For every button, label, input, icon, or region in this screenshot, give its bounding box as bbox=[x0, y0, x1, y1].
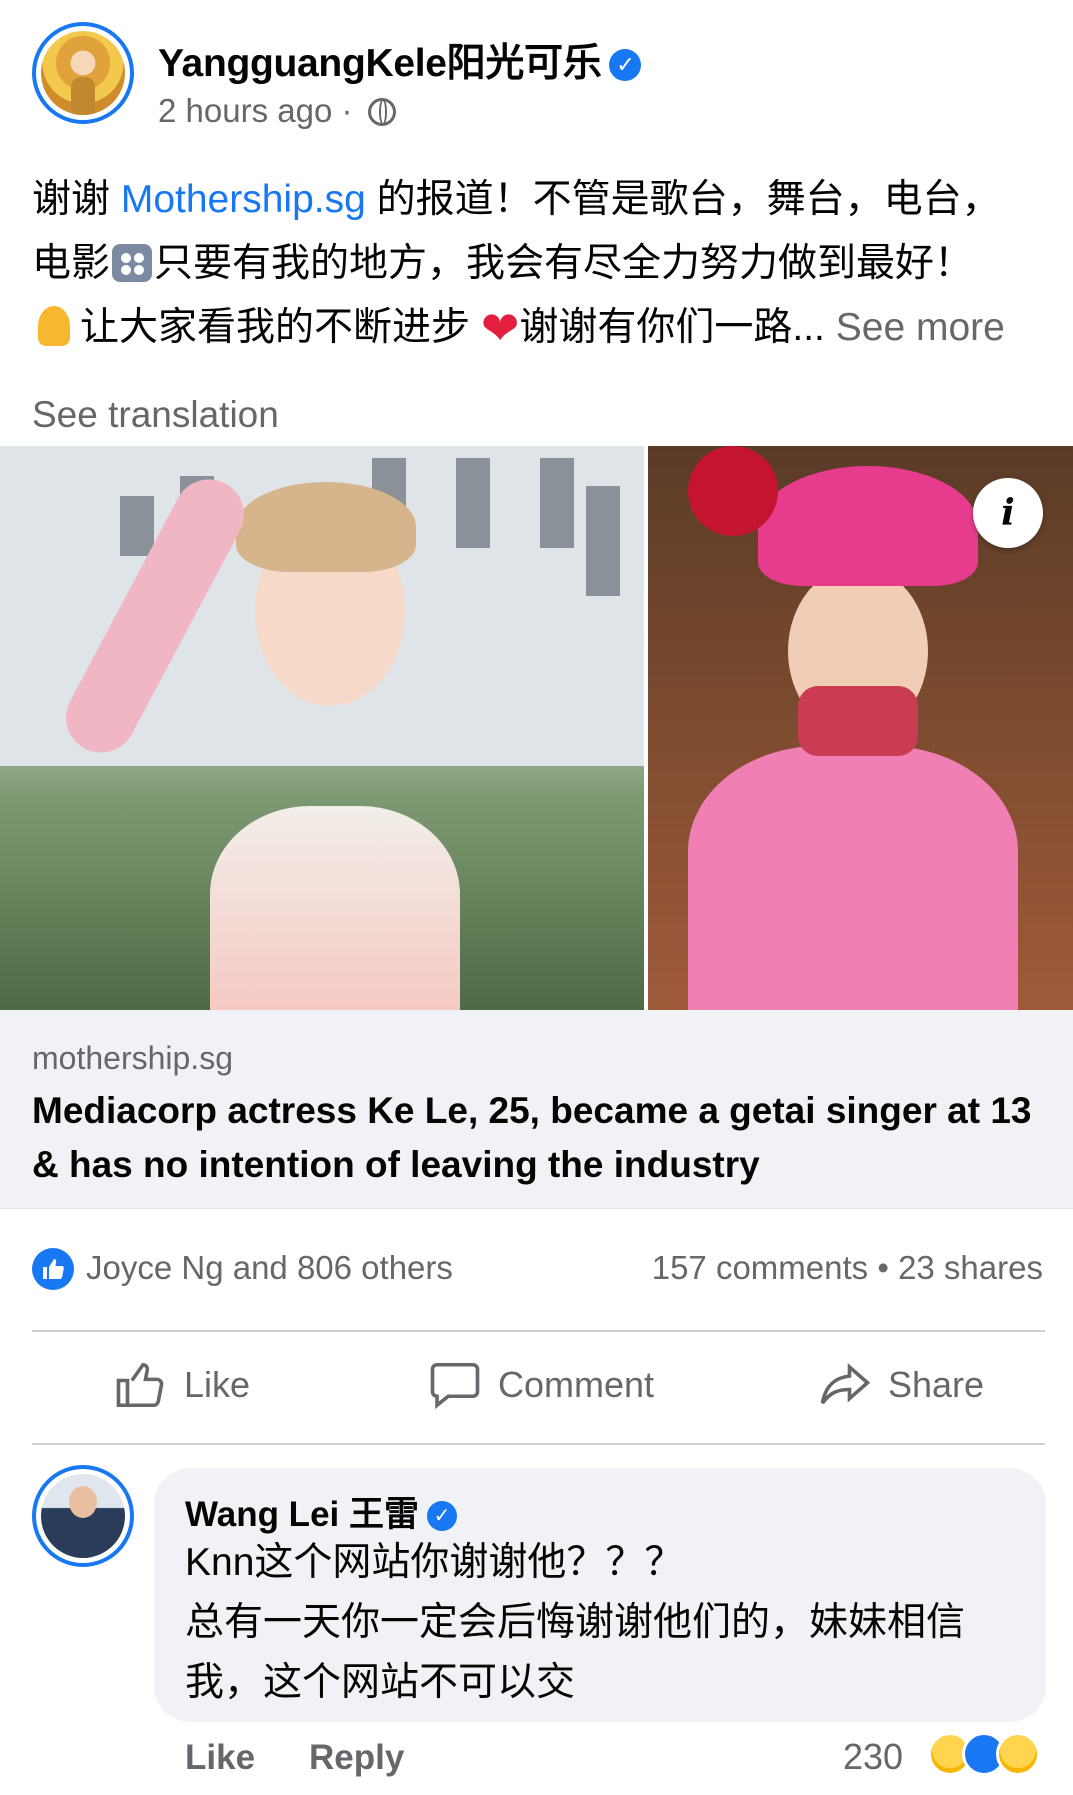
post-text-segment: 谢谢有你们一路... bbox=[519, 306, 825, 349]
post-text-segment: 的报道！不管是歌台，舞台，电台， bbox=[365, 178, 1001, 221]
author-avatar[interactable] bbox=[32, 22, 134, 124]
window bbox=[456, 458, 490, 548]
mothership-link[interactable]: Mothership.sg bbox=[121, 178, 366, 221]
divider bbox=[32, 1330, 1045, 1332]
comment-reply-button[interactable]: Reply bbox=[309, 1738, 404, 1778]
comment-line: 我，这个网站不可以交 bbox=[185, 1661, 576, 1704]
see-translation-link[interactable]: See translation bbox=[32, 394, 279, 436]
comment-reaction-count[interactable]: 230 bbox=[843, 1736, 903, 1778]
comment-line: 总有一天你一定会后悔谢谢他们的，妹妹相信 bbox=[185, 1601, 966, 1644]
post-text-segment: 让大家看我的不断进步 bbox=[80, 306, 481, 349]
author-name[interactable]: YangguangKele阳光可乐 bbox=[158, 42, 602, 85]
comment-text: Knn这个网站你谢谢他？？？ 总有一天你一定会后悔谢谢他们的，妹妹相信 我，这个… bbox=[185, 1533, 1015, 1713]
commenter-name-row[interactable]: Wang Lei 王雷 ✓ bbox=[185, 1486, 457, 1537]
meta-separator: · bbox=[341, 92, 353, 129]
author-name-row[interactable]: YangguangKele阳光可乐 ✓ bbox=[158, 32, 642, 88]
film-projector-icon bbox=[112, 244, 153, 282]
hair-shape bbox=[236, 482, 416, 572]
comment-like-button[interactable]: Like bbox=[185, 1738, 255, 1778]
share-icon bbox=[820, 1363, 871, 1405]
headdress-shape bbox=[758, 466, 978, 586]
like-button[interactable]: Like bbox=[114, 1350, 250, 1420]
window bbox=[120, 496, 154, 556]
comment-line: Knn这个网站你谢谢他？？？ bbox=[185, 1541, 684, 1584]
share-button[interactable]: Share bbox=[818, 1350, 984, 1420]
preview-domain: mothership.sg bbox=[32, 1040, 233, 1076]
window bbox=[586, 486, 620, 596]
comment-icon bbox=[430, 1362, 480, 1409]
verified-badge-icon: ✓ bbox=[609, 49, 642, 81]
see-more-link[interactable]: See more bbox=[836, 306, 1005, 349]
commenter-name[interactable]: Wang Lei 王雷 bbox=[185, 1495, 419, 1534]
commenter-avatar-image bbox=[41, 1474, 125, 1558]
share-button-label: Share bbox=[888, 1364, 985, 1405]
preview-headline[interactable]: Mediacorp actress Ke Le, 25, became a ge… bbox=[32, 1084, 1042, 1192]
praying-hands-icon bbox=[32, 304, 76, 348]
reactions-summary[interactable]: Joyce Ng and 806 others bbox=[86, 1249, 453, 1287]
post-meta: 2 hours ago · bbox=[158, 92, 396, 130]
like-button-label: Like bbox=[184, 1364, 251, 1405]
wow-reaction-icon bbox=[996, 1732, 1040, 1776]
comment-button[interactable]: Comment bbox=[428, 1350, 654, 1420]
post-text: 谢谢 Mothership.sg 的报道！不管是歌台，舞台，电台， 电影 只要有我… bbox=[32, 168, 1042, 360]
divider bbox=[32, 1443, 1045, 1445]
post-text-segment: 电影 bbox=[32, 242, 111, 285]
red-flower-shape bbox=[688, 446, 778, 536]
dress-shape bbox=[210, 806, 460, 1010]
shares-count[interactable]: 23 shares bbox=[898, 1249, 1043, 1286]
post-text-segment: 谢谢 bbox=[32, 178, 121, 221]
globe-icon bbox=[367, 98, 396, 126]
thumbs-up-icon bbox=[116, 1362, 164, 1408]
info-button[interactable]: i bbox=[973, 478, 1043, 548]
post-counts: 157 comments • 23 shares bbox=[652, 1249, 1043, 1287]
window bbox=[540, 458, 574, 548]
comments-count[interactable]: 157 comments bbox=[652, 1249, 868, 1286]
necklace-shape bbox=[798, 686, 918, 756]
comment-button-label: Comment bbox=[498, 1364, 655, 1405]
verified-badge-icon: ✓ bbox=[426, 1501, 457, 1531]
like-reaction-icon bbox=[32, 1248, 74, 1290]
author-avatar-image bbox=[41, 31, 125, 115]
preview-image-left[interactable] bbox=[0, 446, 644, 1010]
post-text-segment: 只要有我的地方，我会有尽全力努力做到最好！ bbox=[154, 242, 974, 285]
heart-icon: ❤ bbox=[480, 302, 520, 354]
commenter-avatar[interactable] bbox=[32, 1465, 134, 1567]
counts-separator: • bbox=[877, 1249, 889, 1286]
post-time[interactable]: 2 hours ago bbox=[158, 92, 332, 129]
pink-dress-shape bbox=[688, 746, 1018, 1010]
